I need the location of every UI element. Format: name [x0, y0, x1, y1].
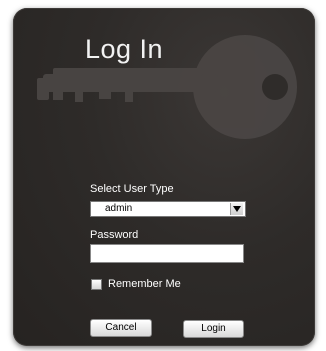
- login-button[interactable]: Login: [183, 320, 244, 338]
- page: Log In Select User Type admin Password R…: [0, 0, 326, 351]
- user-type-selected-value: admin: [105, 203, 133, 214]
- user-type-label: Select User Type: [90, 183, 174, 195]
- page-title: Log In: [85, 34, 164, 64]
- user-type-select[interactable]: admin: [90, 201, 246, 217]
- chevron-down-icon: [233, 206, 241, 212]
- remember-me-label: Remember Me: [108, 278, 181, 290]
- remember-me-checkbox[interactable]: [91, 279, 102, 290]
- password-label: Password: [90, 229, 139, 241]
- dropdown-button[interactable]: [230, 203, 243, 215]
- cancel-button[interactable]: Cancel: [90, 319, 152, 337]
- password-field[interactable]: [90, 244, 244, 263]
- login-panel: Log In Select User Type admin Password R…: [13, 8, 315, 346]
- key-icon: [37, 35, 297, 139]
